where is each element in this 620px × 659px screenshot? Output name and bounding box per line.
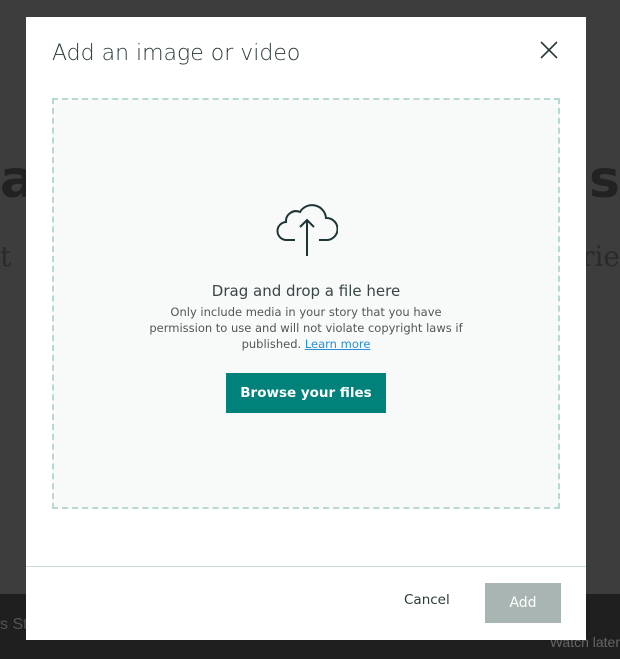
add-button[interactable]: Add xyxy=(485,583,561,623)
footer-divider xyxy=(26,566,586,567)
bg-subtitle-fragment: rie xyxy=(581,240,620,273)
learn-more-link[interactable]: Learn more xyxy=(305,337,371,351)
dialog-title: Add an image or video xyxy=(52,41,301,66)
cloud-upload-icon xyxy=(276,204,338,256)
bg-subtitle-fragment: t xyxy=(0,240,12,273)
cancel-button[interactable]: Cancel xyxy=(404,592,450,608)
close-icon[interactable] xyxy=(538,39,560,61)
add-media-dialog: Add an image or video Drag and drop a fi… xyxy=(26,17,586,640)
browse-files-button[interactable]: Browse your files xyxy=(226,373,386,413)
dropzone-notice: Only include media in your story that yo… xyxy=(144,304,468,352)
dropzone[interactable]: Drag and drop a file here Only include m… xyxy=(52,98,560,509)
dropzone-heading: Drag and drop a file here xyxy=(211,282,401,300)
